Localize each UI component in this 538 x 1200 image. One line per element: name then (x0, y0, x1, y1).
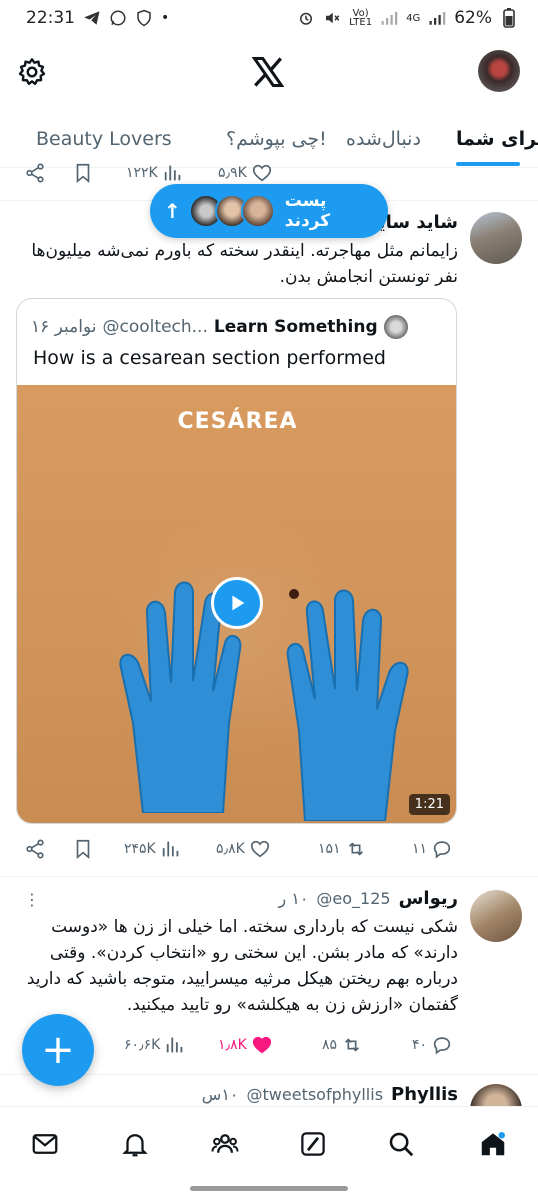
network-4g-label: 4G (406, 12, 421, 24)
views-count[interactable]: ۱۲۲K (126, 162, 184, 184)
reply-button[interactable]: ۴۰ (412, 1034, 453, 1056)
system-home-indicator[interactable] (190, 1186, 348, 1191)
bottom-navigation (0, 1106, 538, 1180)
video-duration: 1:21 (408, 794, 450, 815)
like-icon (250, 840, 269, 858)
whatsapp-icon (109, 9, 127, 27)
retweet-icon (345, 1038, 360, 1052)
timeline-tabs: برای شما دنبال‌شده چی بپوشم؟! Beauty Lov… (0, 112, 538, 168)
pill-label: پست کردند (284, 191, 331, 231)
views-count[interactable]: ۲۴۵K (124, 838, 182, 860)
like-icon (252, 1036, 271, 1054)
status-bar: 22:31 • Vo) LTE1 4G 62% (0, 0, 538, 36)
reply-icon (433, 1037, 451, 1055)
like-icon (252, 164, 271, 182)
retweet-button[interactable]: ۱۵۱ (318, 838, 367, 860)
tweet-text: شکی نیست که بارداری سخته. اما خیلی از زن… (26, 917, 458, 1015)
communities-icon[interactable] (210, 1129, 240, 1159)
bookmark-icon (76, 163, 90, 184)
like-button[interactable]: ۵٫۸K (216, 838, 271, 860)
bookmark-button[interactable] (72, 162, 94, 184)
pill-avatars (188, 194, 275, 228)
quote-text: How is a cesarean section performed (33, 347, 386, 369)
glove-right-image (286, 589, 409, 821)
tweet-author-name[interactable]: ریواس (399, 888, 458, 909)
views-count[interactable]: ۶۰٫۶K (124, 1034, 186, 1056)
quoted-tweet[interactable]: ۱۶ نوامبر @cooltech... Learn Something H… (16, 298, 457, 824)
top-bar (0, 40, 538, 104)
search-icon[interactable] (386, 1129, 416, 1159)
quote-header: ۱۶ نوامبر @cooltech... Learn Something (31, 315, 408, 339)
views-icon (167, 1037, 183, 1053)
reply-icon (433, 841, 451, 859)
pill-avatar (240, 194, 275, 228)
views-icon (164, 165, 181, 181)
video-caption: CESÁREA (177, 409, 298, 434)
tab-for-you[interactable]: برای شما (456, 128, 538, 150)
reply-button[interactable]: ۱۱ (412, 838, 453, 860)
divider (0, 876, 538, 877)
telegram-icon (83, 9, 101, 27)
tweet-handle: @eo_125 (316, 889, 391, 908)
tab-following[interactable]: دنبال‌شده (346, 128, 421, 150)
more-options-icon[interactable]: ⋮ (24, 890, 40, 909)
messages-icon[interactable] (30, 1129, 60, 1159)
bookmark-button[interactable] (72, 838, 94, 860)
arrow-up-icon: ↑ (164, 199, 181, 223)
new-posts-pill[interactable]: ↑ پست کردند (150, 184, 388, 238)
mute-icon (323, 9, 341, 27)
like-button[interactable]: ۵٫۹K (218, 162, 273, 184)
tweet-avatar[interactable] (470, 890, 522, 942)
like-button[interactable]: ۱٫۸K (218, 1034, 273, 1056)
home-icon[interactable] (478, 1129, 508, 1159)
tweet-avatar[interactable] (470, 212, 522, 264)
shield-icon (135, 9, 153, 27)
views-icon (162, 841, 179, 857)
status-right: Vo) LTE1 4G 62% (297, 8, 518, 28)
x-logo-icon[interactable] (250, 54, 286, 90)
clock: 22:31 (26, 8, 75, 28)
tweet-header: ۱۰س @tweetsofphyllis Phyllis (202, 1084, 458, 1105)
share-button[interactable] (24, 162, 46, 184)
retweet-icon (348, 842, 363, 856)
tweet-time: ۱۰ ر (278, 889, 309, 908)
tweet-actions: ۲۴۵K ۵٫۸K ۱۵۱ ۱۱ (0, 838, 538, 868)
battery-icon (500, 8, 518, 28)
tab-beauty-lovers[interactable]: Beauty Lovers (36, 128, 172, 150)
tab-what-to-wear[interactable]: چی بپوشم؟! (226, 128, 327, 150)
share-button[interactable] (24, 838, 46, 860)
volte-label: Vo) LTE1 (349, 8, 373, 28)
retweet-button[interactable]: ۸۵ (322, 1034, 363, 1056)
battery-percent: 62% (454, 8, 492, 28)
share-icon (26, 163, 44, 183)
notifications-icon[interactable] (120, 1129, 150, 1159)
quote-handle: @cooltech... (102, 317, 208, 337)
status-left: 22:31 • (26, 8, 169, 28)
share-icon (26, 839, 44, 859)
profile-avatar[interactable] (478, 50, 520, 92)
alarm-icon (297, 9, 315, 27)
tweet-time: ۱۰س (201, 1085, 239, 1104)
compose-button[interactable]: + (22, 1014, 94, 1086)
signal-icon-2 (428, 9, 446, 27)
tweet-author-name[interactable]: Phyllis (391, 1084, 458, 1105)
grok-icon[interactable] (298, 1129, 328, 1159)
dot-indicator: • (161, 10, 170, 26)
signal-icon (380, 9, 398, 27)
tweet-text: زایمانم مثل مهاجرته. اینقدر سخته که باور… (31, 241, 458, 287)
bookmark-icon (76, 839, 90, 860)
quote-avatar (383, 315, 408, 339)
play-icon (232, 595, 245, 611)
video-player[interactable]: CESÁREA 1:21 (17, 385, 456, 823)
quote-time: ۱۶ نوامبر (31, 317, 97, 337)
play-button[interactable] (211, 577, 263, 629)
tweet-handle: @tweetsofphyllis (246, 1085, 384, 1104)
quote-author-name: Learn Something (213, 317, 378, 337)
settings-icon[interactable] (16, 56, 48, 88)
tweet-header: ریواس @eo_125 ۱۰ ر (278, 888, 458, 909)
